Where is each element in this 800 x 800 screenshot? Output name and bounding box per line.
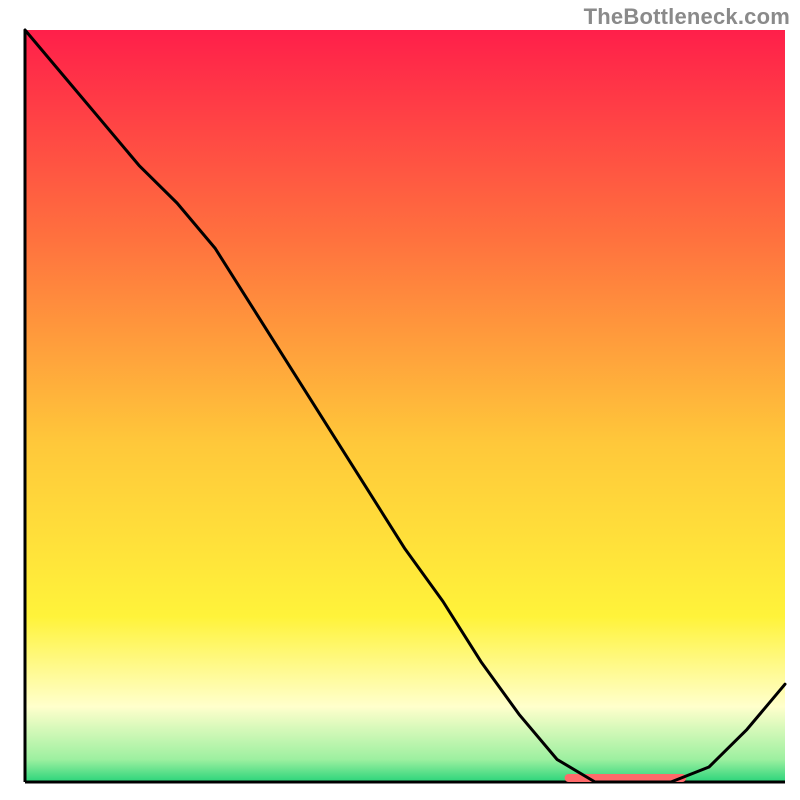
bottleneck-chart (0, 0, 800, 800)
plot-area (25, 30, 785, 782)
chart-container: TheBottleneck.com (0, 0, 800, 800)
gradient-background (25, 30, 785, 782)
